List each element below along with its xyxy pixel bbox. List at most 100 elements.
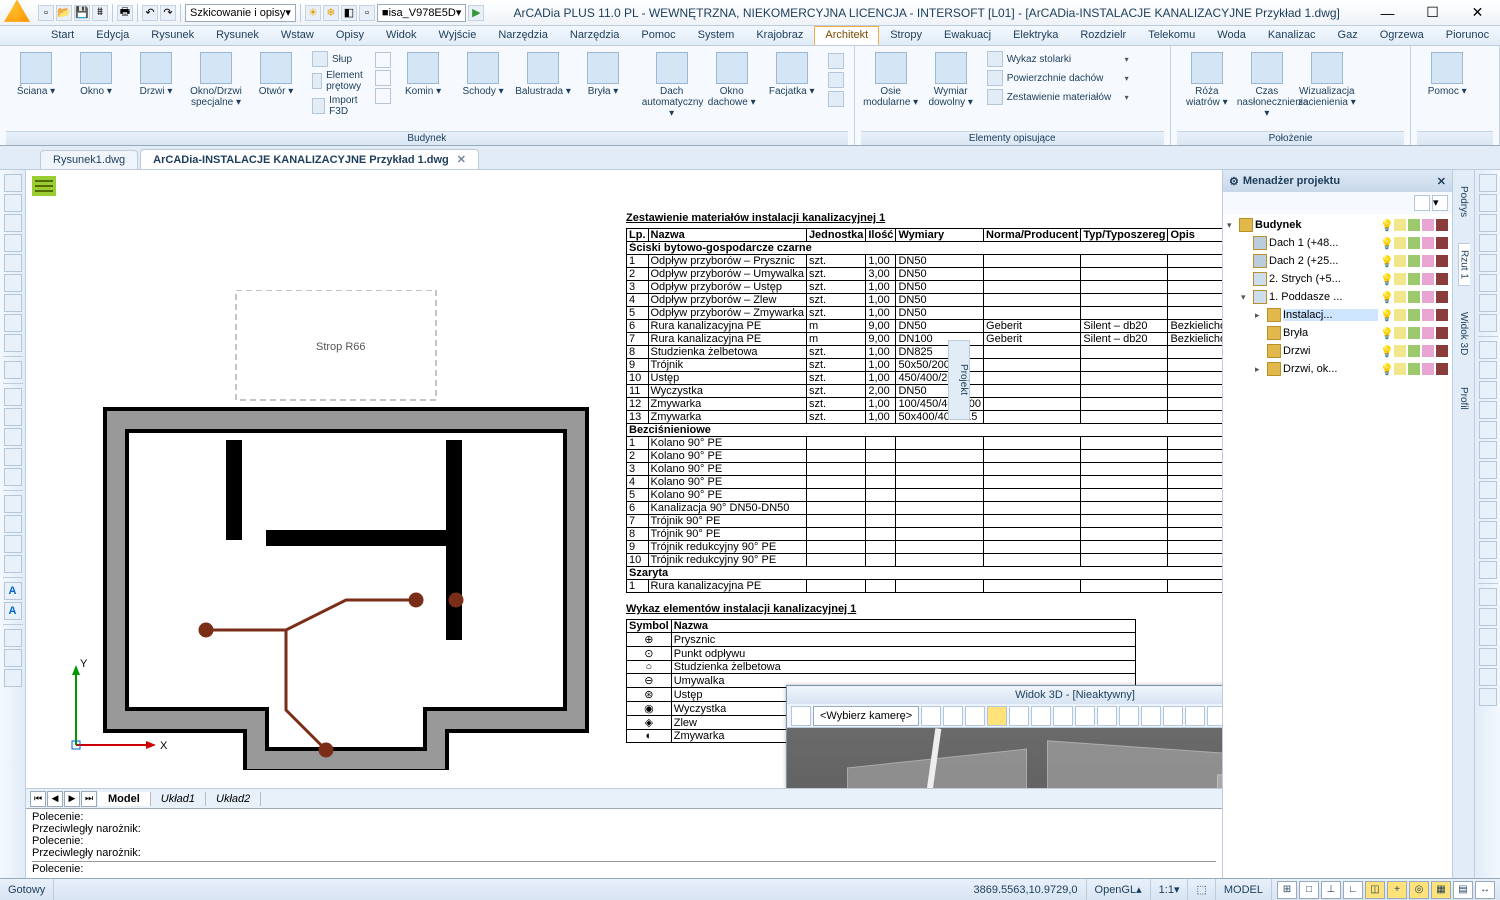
swatch-icon[interactable]: [1436, 273, 1448, 285]
tool-dot-icon[interactable]: [4, 361, 22, 379]
rtool-icon[interactable]: [1479, 361, 1497, 379]
rtool-icon[interactable]: [1479, 194, 1497, 212]
ribbon-import-f3d[interactable]: Import F3D: [308, 94, 373, 118]
qat-combo-sketch[interactable]: Szkicowanie i opisy ▾: [185, 4, 296, 22]
ribbon-drzwi[interactable]: Drzwi ▾: [126, 48, 186, 112]
swatch-icon[interactable]: [1394, 219, 1406, 231]
status-toggle[interactable]: □: [1299, 881, 1319, 899]
ribbon-dach-automatyczny[interactable]: Dach automatyczny ▾: [642, 48, 702, 123]
maximize-button[interactable]: ☐: [1410, 0, 1455, 26]
qat-open-icon[interactable]: 📂: [56, 5, 72, 21]
bulb-icon[interactable]: 💡: [1380, 255, 1392, 268]
bulb-icon[interactable]: 💡: [1380, 345, 1392, 358]
v3d-btn-icon[interactable]: [1097, 706, 1117, 726]
qat-combo-layer[interactable]: ■ isa_V978E5D ▾: [377, 4, 466, 22]
tool-curve-icon[interactable]: [4, 334, 22, 352]
minimize-button[interactable]: —: [1365, 0, 1410, 26]
menu-elektryka[interactable]: Elektryka: [1002, 26, 1069, 45]
swatch-icon[interactable]: [1436, 327, 1448, 339]
menu-rysunek[interactable]: Rysunek: [205, 26, 270, 45]
menu-rozdzielr[interactable]: Rozdzielr: [1069, 26, 1137, 45]
rtool-icon[interactable]: [1479, 294, 1497, 312]
bulb-icon[interactable]: 💡: [1380, 237, 1392, 250]
ribbon-czas-nas-onecznienia[interactable]: Czas nasłonecznienia ▾: [1237, 48, 1297, 123]
swatch-icon[interactable]: [1394, 363, 1406, 375]
qat-save-icon[interactable]: 💾: [74, 5, 90, 21]
ribbon-mini-icon[interactable]: [375, 88, 391, 104]
swatch-icon[interactable]: [1408, 309, 1420, 321]
rtool-icon[interactable]: [1479, 234, 1497, 252]
menu-telekomu[interactable]: Telekomu: [1137, 26, 1206, 45]
view3d-scene[interactable]: [787, 728, 1222, 788]
v3d-camera-combo[interactable]: <Wybierz kamerę>: [813, 706, 919, 726]
ribbon-mini-icon[interactable]: [375, 52, 391, 68]
rtool-icon[interactable]: [1479, 421, 1497, 439]
rtool-icon[interactable]: [1479, 668, 1497, 686]
swatch-icon[interactable]: [1436, 291, 1448, 303]
ribbon-okno[interactable]: Okno ▾: [66, 48, 126, 112]
pm-tool-icon[interactable]: ▾: [1432, 195, 1448, 211]
swatch-icon[interactable]: [1408, 219, 1420, 231]
status-scale[interactable]: 1:1 ▾: [1151, 879, 1189, 900]
menu-narzędzia[interactable]: Narzędzia: [559, 26, 631, 45]
rtool-icon[interactable]: [1479, 521, 1497, 539]
pm-tree-item[interactable]: Drzwi💡: [1225, 342, 1450, 360]
bulb-icon[interactable]: 💡: [1380, 219, 1392, 232]
swatch-icon[interactable]: [1436, 345, 1448, 357]
ribbon-mini-icon[interactable]: [375, 70, 391, 86]
v3d-btn-icon[interactable]: [921, 706, 941, 726]
bulb-icon[interactable]: 💡: [1380, 273, 1392, 286]
side-tab-profil[interactable]: Profil: [1458, 381, 1469, 416]
swatch-icon[interactable]: [1436, 309, 1448, 321]
pm-tree[interactable]: ▾Budynek💡Dach 1 (+48...💡Dach 2 (+25...💡2…: [1223, 214, 1452, 878]
pm-tree-item[interactable]: Dach 1 (+48...💡: [1225, 234, 1450, 252]
bulb-icon[interactable]: 💡: [1380, 291, 1392, 304]
v3d-btn-icon[interactable]: [987, 706, 1007, 726]
rtool-icon[interactable]: [1479, 688, 1497, 706]
v3d-btn-icon[interactable]: [1185, 706, 1205, 726]
layout-tab-model[interactable]: Model: [98, 792, 151, 806]
bulb-icon[interactable]: 💡: [1380, 327, 1392, 340]
pm-tree-item[interactable]: Bryła💡: [1225, 324, 1450, 342]
close-button[interactable]: ✕: [1455, 0, 1500, 26]
menu-ogrzewa[interactable]: Ogrzewa: [1369, 26, 1435, 45]
status-opengl[interactable]: OpenGL ▴: [1087, 879, 1151, 900]
ribbon-element-pr-towy[interactable]: Element prętowy: [308, 69, 373, 93]
pm-tree-item[interactable]: ▾1. Poddasze ...💡: [1225, 288, 1450, 306]
menu-wstaw[interactable]: Wstaw: [270, 26, 325, 45]
status-model[interactable]: MODEL: [1216, 879, 1272, 900]
menu-wyjście[interactable]: Wyjście: [428, 26, 488, 45]
menu-system[interactable]: System: [687, 26, 746, 45]
pm-tree-item[interactable]: Dach 2 (+25...💡: [1225, 252, 1450, 270]
ribbon-balustrada[interactable]: Balustrada ▾: [513, 48, 573, 101]
rtool-icon[interactable]: [1479, 341, 1497, 359]
swatch-icon[interactable]: [1394, 255, 1406, 267]
tool-region-icon[interactable]: [4, 448, 22, 466]
rtool-icon[interactable]: [1479, 481, 1497, 499]
v3d-btn-icon[interactable]: [1053, 706, 1073, 726]
tool-fillet-icon[interactable]: [4, 515, 22, 533]
v3d-btn-icon[interactable]: [1119, 706, 1139, 726]
rtool-icon[interactable]: [1479, 214, 1497, 232]
rtool-icon[interactable]: [1479, 441, 1497, 459]
swatch-icon[interactable]: [1422, 291, 1434, 303]
tool-rect-icon[interactable]: [4, 388, 22, 406]
menu-woda[interactable]: Woda: [1206, 26, 1257, 45]
swatch-icon[interactable]: [1408, 255, 1420, 267]
rtool-icon[interactable]: [1479, 648, 1497, 666]
layout-nav-first[interactable]: ⏮: [30, 791, 46, 807]
ribbon-mini-icon[interactable]: [824, 90, 848, 108]
rtool-icon[interactable]: [1479, 501, 1497, 519]
swatch-icon[interactable]: [1408, 273, 1420, 285]
swatch-icon[interactable]: [1408, 345, 1420, 357]
tool-text-icon[interactable]: A: [4, 582, 22, 600]
ribbon-mini-icon[interactable]: [824, 52, 848, 70]
ribbon--ciana[interactable]: Ściana ▾: [6, 48, 66, 112]
status-toggle[interactable]: ↔: [1475, 881, 1495, 899]
menu-stropy[interactable]: Stropy: [879, 26, 933, 45]
v3d-btn-icon[interactable]: [1141, 706, 1161, 726]
ribbon-wizualizacja-zacienienia[interactable]: Wizualizacja zacienienia ▾: [1297, 48, 1357, 123]
tool-circle-icon[interactable]: [4, 274, 22, 292]
rtool-icon[interactable]: [1479, 461, 1497, 479]
menu-gaz[interactable]: Gaz: [1327, 26, 1369, 45]
